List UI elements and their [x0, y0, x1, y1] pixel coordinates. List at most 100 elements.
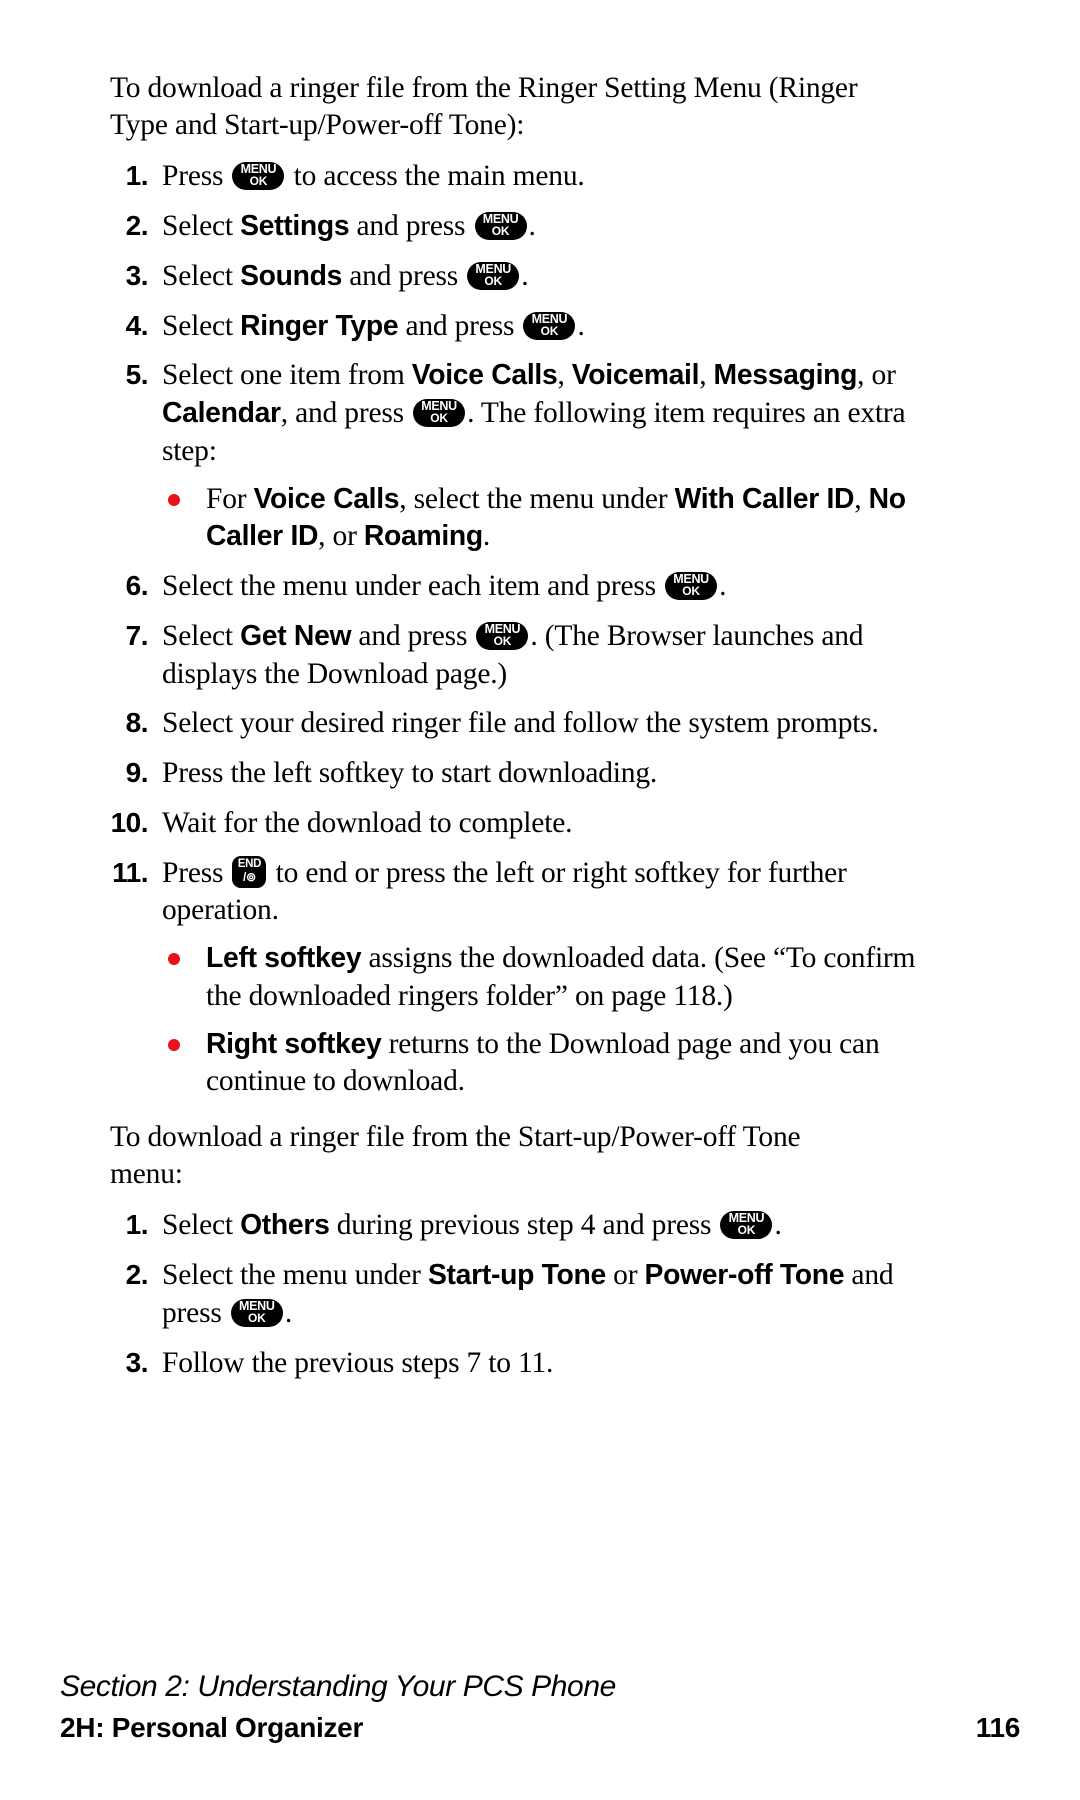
step-number: 7. — [125, 619, 149, 651]
step-number: 5. — [125, 359, 149, 391]
body-text: Press the left softkey to start download… — [162, 757, 658, 790]
step-number: 8. — [125, 707, 149, 739]
menu-key-line2: OK — [248, 1310, 266, 1325]
body-text: , — [699, 359, 714, 392]
body-text: and press — [351, 619, 475, 652]
body-text: , select the menu under — [399, 482, 675, 515]
end-key-line1: END — [237, 857, 262, 870]
body-text: . — [577, 309, 585, 342]
ui-label: Voice Calls — [411, 359, 558, 392]
menu-ok-key-icon: MENU OK — [476, 621, 529, 650]
step-number: 3. — [125, 259, 149, 291]
section-one-intro: To download a ringer file from the Ringe… — [110, 72, 858, 142]
body-text: Select the menu under each item and pres… — [162, 570, 664, 603]
menu-ok-key-icon: MENU OK — [720, 1211, 773, 1240]
menu-key-line2: OK — [493, 633, 512, 648]
menu-key-line2: OK — [682, 584, 700, 599]
body-text: Select your desired ringer file and foll… — [162, 707, 879, 740]
body-text: , or — [857, 359, 896, 392]
list-item: 11. Press END/⊚ to end or press the left … — [100, 855, 952, 1102]
list-item: 3. Select Sounds and press MENU OK. — [100, 258, 952, 296]
step-body: Press the left softkey to start download… — [162, 757, 657, 789]
step-number: 11. — [112, 856, 148, 888]
body-text: , — [557, 359, 572, 392]
body-text: Select — [162, 1209, 241, 1242]
step-body: Select your desired ringer file and foll… — [162, 707, 879, 739]
sub-bullet-list: Left softkey assigns the downloaded data… — [162, 940, 952, 1101]
list-item: 5. Select one item from Voice Calls, Voic… — [100, 357, 952, 556]
end-key-line2: /⊚ — [242, 869, 256, 884]
menu-key-line2: OK — [491, 224, 510, 239]
step-number: 10. — [110, 806, 149, 838]
step-body: Select the menu under each item and pres… — [162, 570, 727, 603]
ui-label: Voice Calls — [253, 482, 400, 515]
list-item: 2. Select Settings and press MENU OK. — [100, 208, 952, 246]
ui-label: Sounds — [240, 259, 343, 292]
body-text: Select — [162, 619, 241, 652]
page-footer: Section 2: Understanding Your PCS Phone … — [60, 1670, 1020, 1744]
red-bullet-icon — [168, 953, 180, 966]
list-item: 2. Select the menu under Start-up Tone or… — [100, 1257, 952, 1333]
list-item: 7. Select Get New and press MENU OK. (The … — [100, 618, 952, 694]
body-text: and press — [398, 309, 522, 342]
menu-key-line2: OK — [430, 411, 448, 426]
step-body: Select Others during previous step 4 and… — [162, 1209, 782, 1241]
body-text: . — [482, 520, 491, 553]
red-bullet-icon — [168, 493, 180, 506]
footer-page-number: 116 — [975, 1712, 1021, 1743]
body-text: , or — [318, 520, 364, 553]
menu-key-line2: OK — [737, 1223, 756, 1238]
list-item: 4. Select Ringer Type and press MENU OK. — [100, 308, 952, 346]
red-bullet-icon — [168, 1038, 180, 1051]
step-body: Select one item from Voice Calls, Voicem… — [162, 359, 906, 467]
body-text: . — [284, 1296, 292, 1329]
section-two-intro: To download a ringer file from the Start… — [110, 1121, 801, 1191]
menu-key-line2: OK — [249, 174, 268, 189]
body-text: . — [528, 210, 536, 243]
step-body: Select the menu under Start-up Tone or P… — [162, 1259, 894, 1329]
bullet-body: For Voice Calls, select the menu under W… — [206, 483, 906, 553]
step-body: Press END/⊚ to end or press the left or … — [162, 855, 847, 926]
list-item: 3. Follow the previous steps 7 to 11. — [100, 1345, 952, 1383]
list-item: Right softkey returns to the Download pa… — [162, 1026, 952, 1102]
step-number: 2. — [125, 1259, 149, 1291]
menu-ok-key-icon: MENU OK — [665, 572, 718, 601]
list-item: 1. Press MENU OK to access the main menu. — [100, 158, 952, 196]
list-item: 9. Press the left softkey to start downlo… — [100, 755, 952, 793]
ui-label: Power-off Tone — [644, 1259, 845, 1292]
step-body: Wait for the download to complete. — [162, 807, 572, 839]
ui-label: Start-up Tone — [427, 1259, 606, 1292]
ui-label: Roaming — [363, 520, 483, 553]
body-text: Follow the previous steps 7 to 11. — [162, 1346, 554, 1379]
sub-bullet-list: For Voice Calls, select the menu under W… — [162, 481, 952, 557]
body-text: Select — [162, 210, 241, 243]
body-text: , and press — [280, 397, 412, 430]
menu-ok-key-icon: MENU OK — [523, 311, 576, 340]
section-two-step-list: 1. Select Others during previous step 4 a… — [100, 1207, 985, 1382]
ui-label: With Caller ID — [674, 482, 855, 515]
footer-section-label: Section 2: Understanding Your PCS Phone — [60, 1670, 616, 1703]
body-text: to access the main menu. — [286, 160, 585, 193]
ui-label: Ringer Type — [240, 309, 399, 342]
body-text: or — [605, 1259, 645, 1292]
step-body: Select Get New and press MENU OK. (The Br… — [162, 619, 864, 690]
step-number: 6. — [125, 570, 149, 602]
ui-label: Others — [240, 1209, 330, 1242]
menu-ok-key-icon: MENU OK — [467, 261, 520, 290]
body-text: during previous step 4 and press — [329, 1209, 719, 1242]
ui-label: Left softkey — [206, 942, 362, 975]
body-text: Wait for the download to complete. — [162, 806, 573, 839]
ui-label: Get New — [240, 619, 352, 652]
menu-ok-key-icon: MENU OK — [230, 1298, 283, 1327]
step-body: Follow the previous steps 7 to 11. — [162, 1347, 553, 1379]
body-text: . — [521, 259, 529, 292]
ui-label: Messaging — [713, 359, 858, 392]
menu-key-line2: OK — [540, 323, 559, 338]
step-body: Select Settings and press MENU OK. — [162, 210, 536, 242]
end-power-key-icon: END/⊚ — [232, 855, 267, 888]
body-text: Select the menu under — [162, 1259, 428, 1292]
bullet-body: Left softkey assigns the downloaded data… — [206, 942, 916, 1012]
menu-ok-key-icon: MENU OK — [413, 399, 466, 428]
list-item: For Voice Calls, select the menu under W… — [162, 481, 952, 557]
body-text: , — [854, 482, 869, 515]
